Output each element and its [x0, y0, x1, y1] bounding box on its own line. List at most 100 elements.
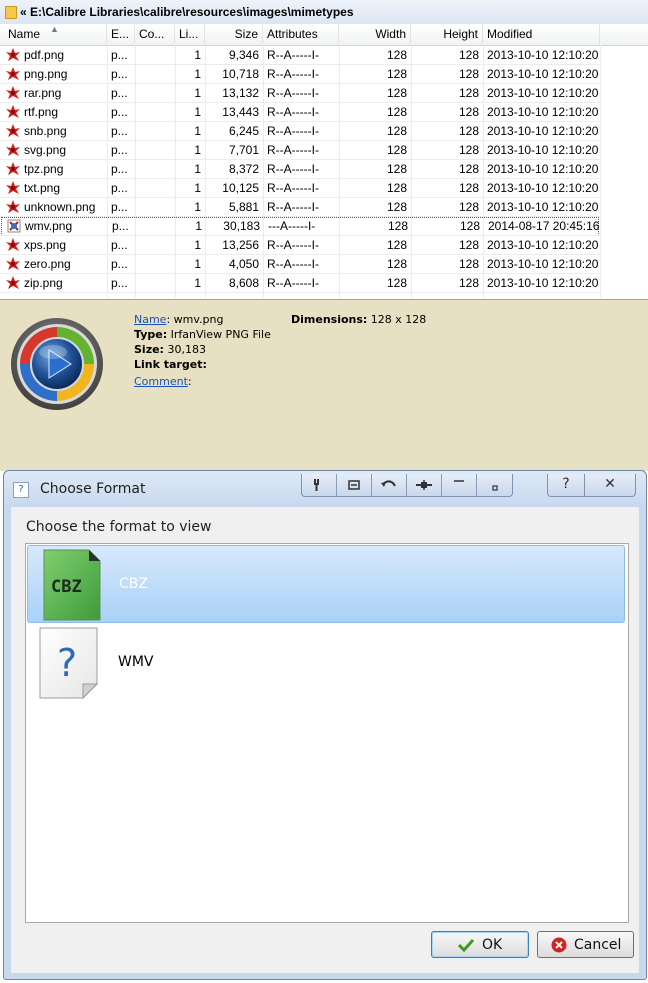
cell-name: zip.png [24, 276, 63, 290]
ok-button[interactable]: OK [431, 931, 529, 958]
preview-size-row: Size: 30,183 [134, 343, 206, 356]
media-player-icon [11, 318, 103, 410]
cell-links: 1 [194, 181, 201, 195]
column-modified[interactable]: Modified [483, 24, 600, 45]
cell-attr: R--A-----I- [267, 238, 319, 252]
column-attributes[interactable]: Attributes [263, 24, 339, 45]
cell-height: 128 [458, 257, 479, 271]
cell-name: svg.png [24, 143, 67, 157]
table-row[interactable]: svg.png p... 1 7,701 R--A-----I- 128 128 2013-1… [0, 141, 600, 160]
close-button[interactable]: ✕ [584, 474, 636, 497]
choose-format-dialog: ? Choose Format ? ✕ Choose the format to… [3, 470, 647, 980]
table-row[interactable]: zero.png p... 1 4,050 R--A-----I- 128 128 2013-… [0, 255, 600, 274]
cell-size: 13,256 [222, 238, 259, 252]
address-bar[interactable]: « E:\Calibre Libraries\calibre\resources… [0, 0, 648, 25]
irfanview-png-icon [6, 86, 20, 99]
unknown-file-icon: ? [39, 627, 99, 700]
cell-attr: R--A-----I- [267, 162, 319, 176]
cell-width: 128 [386, 67, 407, 81]
cell-height: 128 [458, 238, 479, 252]
cell-ext: p... [111, 124, 128, 138]
preview-link-label: Link target: [134, 358, 207, 371]
irfanview-png-icon [6, 143, 20, 156]
preview-name-row: Name: wmv.png [134, 313, 223, 326]
cell-size: 8,608 [228, 276, 259, 290]
preview-dimensions-label: Dimensions: [291, 313, 368, 326]
table-row[interactable]: wmv.png p... 1 30,183 ---A-----I- 128 128 2014-… [1, 217, 599, 236]
cell-size: 13,443 [222, 105, 259, 119]
cell-name: pdf.png [24, 48, 65, 62]
cell-links: 1 [194, 67, 201, 81]
cell-modified: 2013-10-10 12:10:20 [487, 143, 599, 157]
format-item-cbz[interactable]: CBZ CBZ [27, 545, 625, 623]
cell-attr: R--A-----I- [267, 257, 319, 271]
column-width[interactable]: Width [339, 24, 411, 45]
help-button[interactable]: ? [547, 474, 585, 497]
column-name-label: Name [8, 27, 41, 41]
irfanview-png-icon [6, 48, 20, 61]
preview-comment-link[interactable]: Comment [134, 375, 188, 388]
irfanview-png-icon [6, 124, 20, 137]
cell-ext: p... [111, 143, 128, 157]
cancel-button-label: Cancel [574, 937, 622, 953]
cell-height: 128 [458, 276, 479, 290]
dialog-title: Choose Format [40, 481, 146, 497]
format-label-cbz: CBZ [119, 576, 148, 592]
pin-icon[interactable] [407, 474, 442, 496]
column-ext[interactable]: E... [107, 24, 135, 45]
file-list[interactable]: Name ▲ E... Co... Li... Size Attributes … [0, 24, 648, 298]
cell-links: 1 [194, 276, 201, 290]
preview-comment-row: Comment: [134, 375, 192, 388]
preview-name-link[interactable]: Name [134, 313, 166, 326]
dialog-body: Choose the format to view CBZ CBZ ? WMV … [11, 507, 639, 973]
column-divider [107, 45, 108, 298]
table-row[interactable]: png.png p... 1 10,718 R--A-----I- 128 128 2013-… [0, 65, 600, 84]
cell-comment [135, 179, 175, 198]
cell-name: xps.png [24, 238, 67, 252]
cell-height: 128 [458, 162, 479, 176]
cbz-file-icon: CBZ [43, 549, 101, 621]
cell-modified: 2013-10-10 12:10:20 [487, 105, 599, 119]
column-name[interactable]: Name ▲ [0, 24, 107, 45]
window-icon[interactable] [337, 474, 372, 496]
cell-comment [135, 236, 175, 255]
cell-comment [135, 84, 175, 103]
cell-comment [136, 217, 176, 236]
table-row[interactable]: tpz.png p... 1 8,372 R--A-----I- 128 128 2013-1… [0, 160, 600, 179]
address-path[interactable]: « E:\Calibre Libraries\calibre\resources… [20, 5, 354, 19]
format-list[interactable]: CBZ CBZ ? WMV [25, 543, 629, 923]
dialog-app-icon: ? [13, 482, 29, 498]
table-row[interactable]: zip.png p... 1 8,608 R--A-----I- 128 128 2013-1… [0, 274, 600, 293]
preview-comment-value: : [187, 375, 192, 388]
restore-icon[interactable] [477, 474, 512, 496]
cell-name: txt.png [24, 181, 61, 195]
column-comment[interactable]: Co... [135, 24, 175, 45]
table-row[interactable]: xps.png p... 1 13,256 R--A-----I- 128 128 2013-… [0, 236, 600, 255]
format-item-wmv[interactable]: ? WMV [27, 624, 625, 702]
table-row[interactable]: txt.png p... 1 10,125 R--A-----I- 128 128 2013-… [0, 179, 600, 198]
table-row[interactable]: rar.png p... 1 13,132 R--A-----I- 128 128 2013-… [0, 84, 600, 103]
cell-size: 8,372 [228, 162, 259, 176]
column-size[interactable]: Size [205, 24, 263, 45]
cell-links: 1 [194, 105, 201, 119]
cell-modified: 2013-10-10 12:10:20 [487, 162, 599, 176]
preview-size-value: 30,183 [163, 343, 206, 356]
column-links[interactable]: Li... [175, 24, 205, 45]
format-label-wmv: WMV [118, 654, 154, 670]
cancel-button[interactable]: Cancel [537, 931, 634, 958]
table-row[interactable]: pdf.png p... 1 9,346 R--A-----I- 128 128 2013-1… [0, 46, 600, 65]
cell-ext: p... [111, 86, 128, 100]
table-row[interactable]: unknown.png p... 1 5,881 R--A-----I- 128 128 20… [0, 198, 600, 217]
column-height[interactable]: Height [411, 24, 483, 45]
cell-name: tpz.png [24, 162, 64, 176]
column-divider [339, 45, 340, 298]
minimize-icon[interactable] [442, 474, 477, 496]
table-row[interactable]: snb.png p... 1 6,245 R--A-----I- 128 128 2013-1… [0, 122, 600, 141]
dialog-titlebar[interactable]: ? Choose Format ? ✕ [4, 471, 646, 507]
table-row[interactable]: rtf.png p... 1 13,443 R--A-----I- 128 128 2013-… [0, 103, 600, 122]
undo-icon[interactable] [372, 474, 407, 496]
column-divider [411, 45, 412, 298]
cell-attr: R--A-----I- [267, 67, 319, 81]
wrench-icon[interactable] [302, 474, 337, 496]
cell-size: 10,125 [222, 181, 259, 195]
